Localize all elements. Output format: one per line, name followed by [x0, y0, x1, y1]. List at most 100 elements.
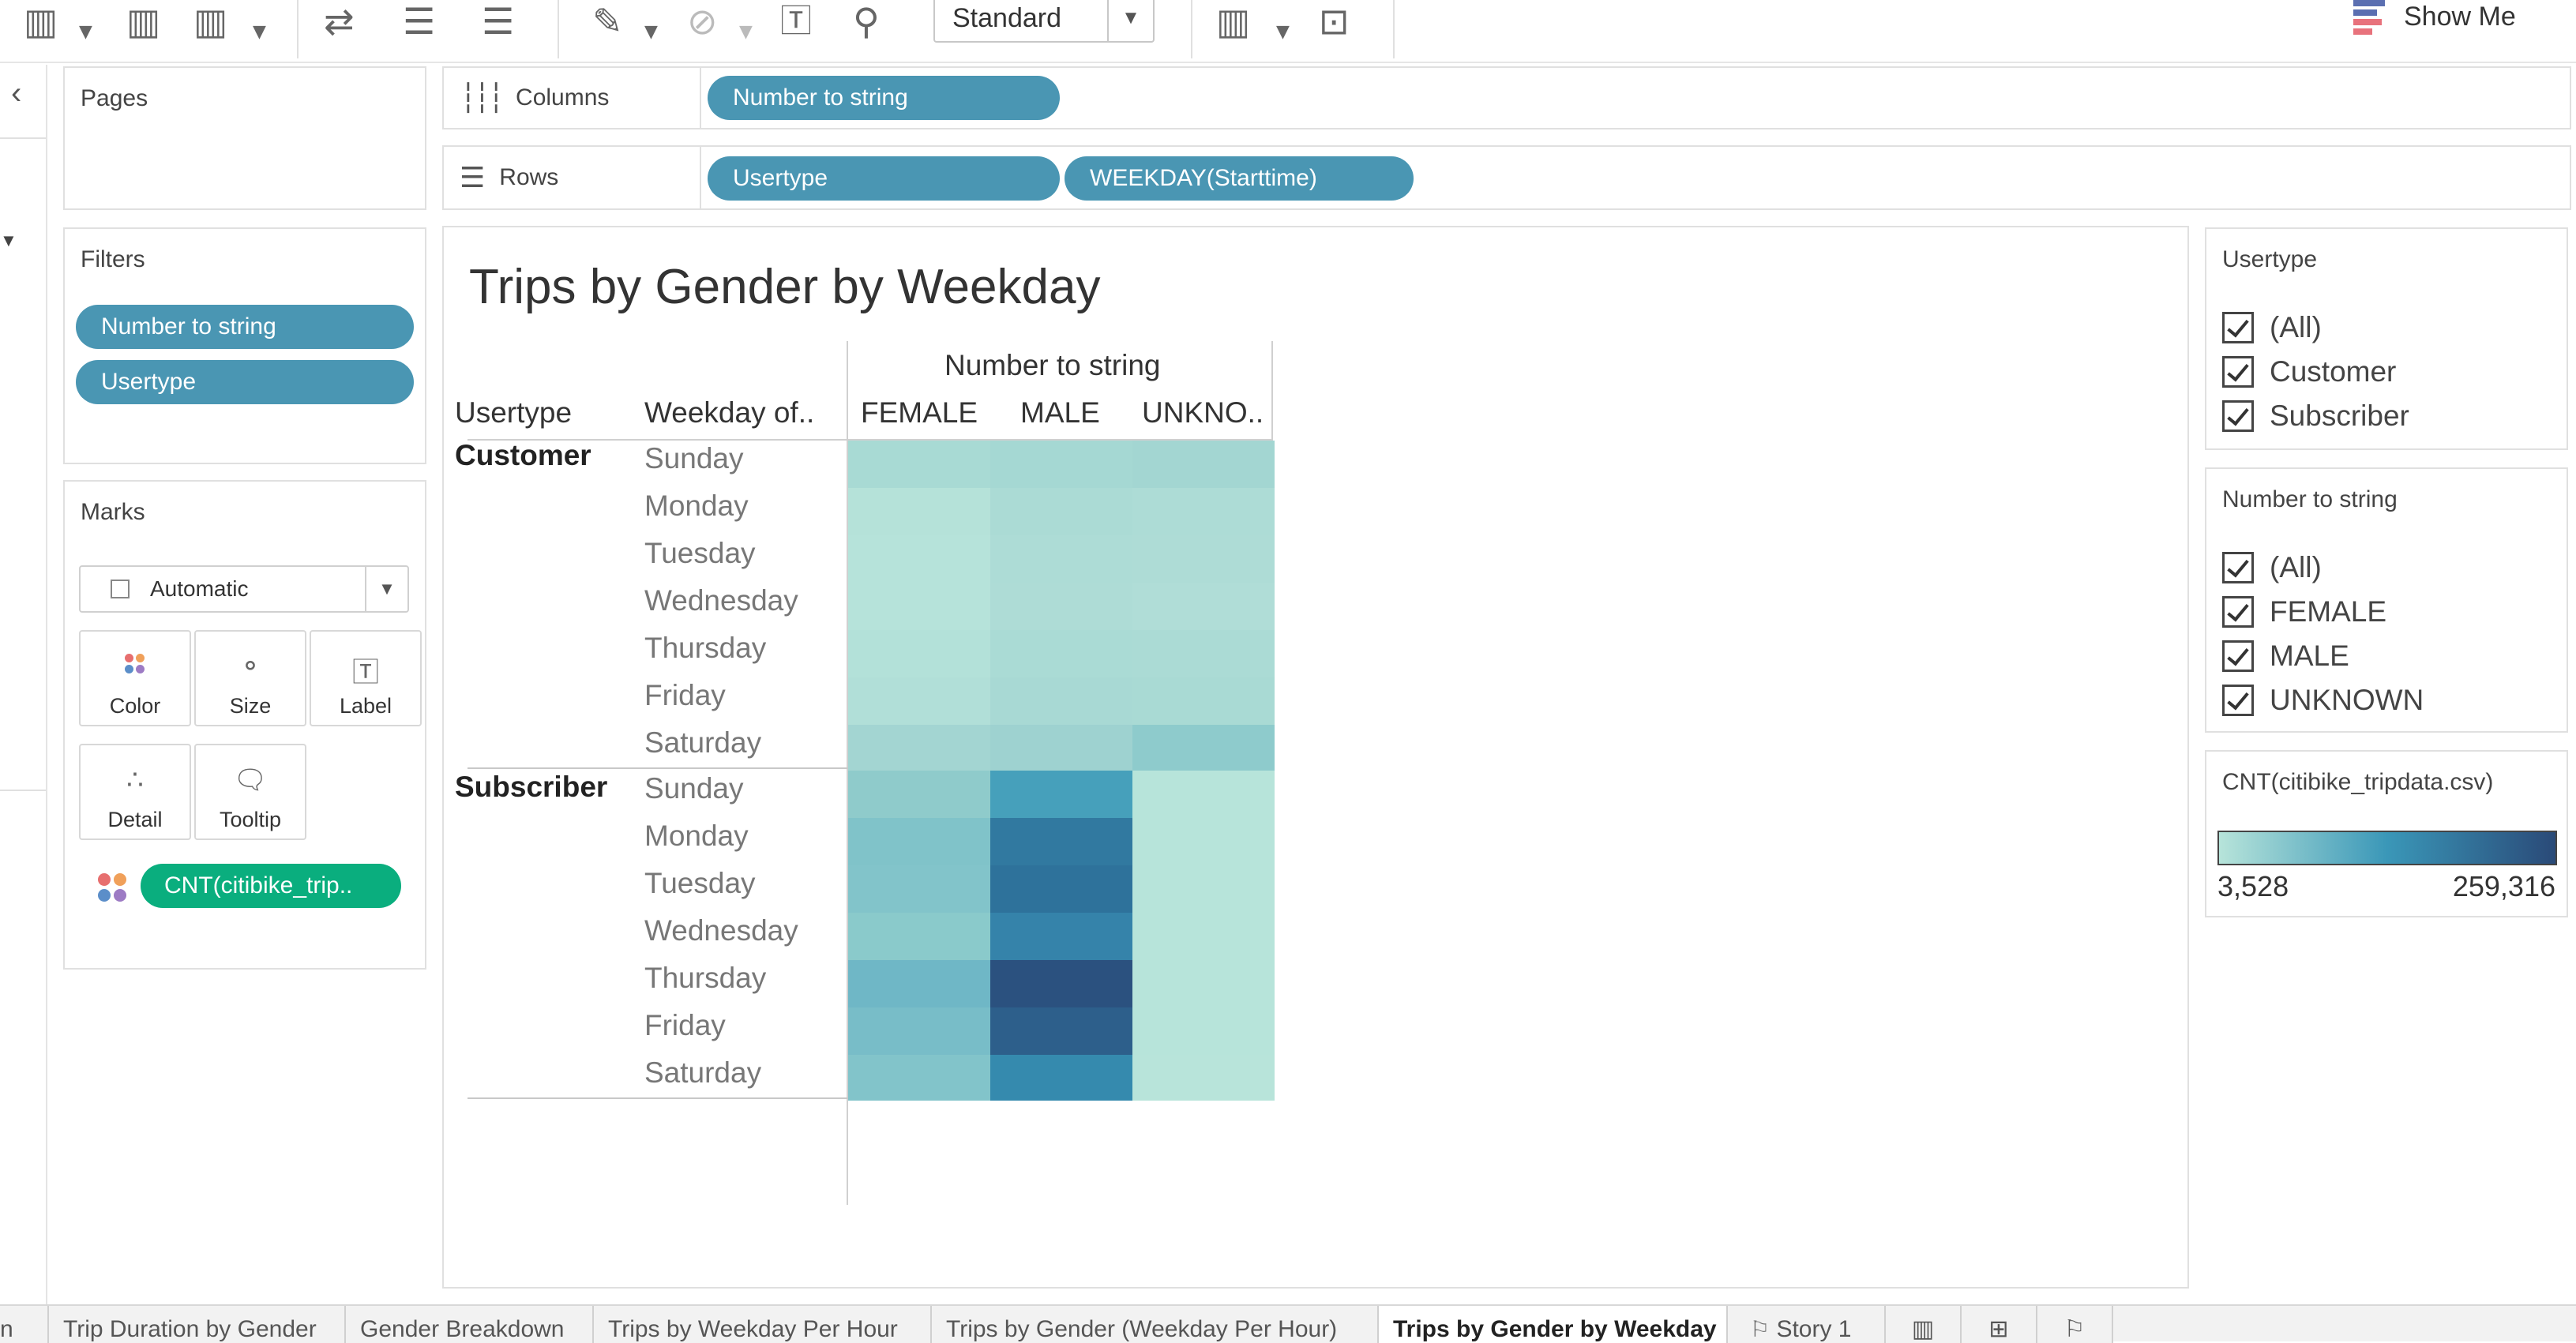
marks-label-button[interactable]: 🅃 Label [310, 630, 422, 726]
heatmap-cell[interactable] [848, 913, 990, 960]
heatmap-cell[interactable] [990, 960, 1132, 1007]
pages-card[interactable]: Pages [63, 66, 426, 210]
rows-pill-weekday[interactable]: WEEKDAY(Starttime) [1065, 156, 1414, 201]
columns-pill-number-to-string[interactable]: Number to string [708, 76, 1060, 120]
measure-pill-cnt[interactable]: CNT(citibike_trip.. [141, 864, 401, 908]
usertype-option-all[interactable]: (All) [2222, 308, 2322, 347]
heatmap-cell[interactable] [1132, 1007, 1275, 1055]
sheet-tab-weekday-per-hour[interactable]: Trips by Weekday Per Hour [594, 1306, 932, 1343]
color-gradient-bar[interactable] [2217, 831, 2557, 865]
heatmap-cell[interactable] [848, 1055, 990, 1101]
heatmap-cell[interactable] [1132, 535, 1275, 583]
heatmap-cell[interactable] [1132, 488, 1275, 535]
heatmap-cell[interactable] [848, 725, 990, 771]
chevron-down-icon[interactable]: ▼ [644, 14, 658, 51]
gender-option-female[interactable]: FEMALE [2222, 592, 2386, 632]
new-worksheet-tab-button[interactable]: ▥ [1886, 1306, 1962, 1343]
new-story-tab-button[interactable]: ⚐ [2037, 1306, 2113, 1343]
heatmap-cell[interactable] [1132, 865, 1275, 913]
checkbox-checked-icon[interactable] [2222, 596, 2254, 628]
heatmap-cell[interactable] [990, 677, 1132, 725]
heatmap-cell[interactable] [990, 630, 1132, 677]
marks-detail-button[interactable]: ∴ Detail [79, 744, 191, 840]
heatmap-cell[interactable] [990, 583, 1132, 630]
pin-icon[interactable]: ⚲ [853, 3, 880, 39]
heatmap-cell[interactable] [848, 818, 990, 865]
checkbox-checked-icon[interactable] [2222, 552, 2254, 583]
heatmap-cell[interactable] [848, 960, 990, 1007]
gender-option-all[interactable]: (All) [2222, 548, 2322, 587]
rows-pill-usertype[interactable]: Usertype [708, 156, 1060, 201]
checkbox-checked-icon[interactable] [2222, 685, 2254, 716]
gender-option-unknown[interactable]: UNKNOWN [2222, 681, 2424, 720]
heatmap-cell[interactable] [990, 441, 1132, 488]
heatmap-cell[interactable] [1132, 725, 1275, 771]
heatmap-cell[interactable] [1132, 1055, 1275, 1101]
heatmap-cell[interactable] [1132, 818, 1275, 865]
chevron-down-icon[interactable]: ▼ [79, 14, 92, 51]
heatmap-cell[interactable] [1132, 630, 1275, 677]
new-dashboard-tab-button[interactable]: ⊞ [1962, 1306, 2037, 1343]
chevron-down-icon[interactable]: ▼ [1107, 0, 1153, 41]
checkbox-checked-icon[interactable] [2222, 400, 2254, 432]
group-members-icon[interactable]: ⊘ [687, 3, 718, 39]
heatmap-cell[interactable] [848, 488, 990, 535]
filter-pill-usertype[interactable]: Usertype [76, 360, 414, 404]
heatmap-cell[interactable] [848, 677, 990, 725]
show-me-button[interactable]: Show Me [2353, 0, 2559, 39]
sheet-tab-story[interactable]: ⚐ Story 1 [1728, 1306, 1886, 1343]
chevron-down-icon[interactable]: ▼ [1276, 14, 1290, 51]
heatmap-cell[interactable] [1132, 677, 1275, 725]
heatmap-cell[interactable] [1132, 960, 1275, 1007]
highlight-pen-icon[interactable]: ✎ [592, 3, 623, 39]
heatmap-cell[interactable] [990, 535, 1132, 583]
heatmap-cell[interactable] [848, 630, 990, 677]
new-worksheet-icon[interactable]: ▥ [24, 3, 58, 39]
collapse-chevron-icon[interactable]: ‹ [11, 76, 21, 111]
sheet-tab-partial[interactable]: n [0, 1306, 49, 1343]
heatmap-cell[interactable] [848, 583, 990, 630]
heatmap-cell[interactable] [990, 913, 1132, 960]
fit-select[interactable]: Standard ▼ [933, 0, 1155, 43]
heatmap-cell[interactable] [990, 725, 1132, 771]
heatmap-cell[interactable] [990, 1055, 1132, 1101]
chevron-down-icon[interactable]: ▼ [253, 14, 266, 51]
filter-pill-number-to-string[interactable]: Number to string [76, 305, 414, 349]
heatmap-cell[interactable] [990, 865, 1132, 913]
caret-down-icon[interactable]: ▼ [0, 231, 17, 251]
sheet-tab-gender-breakdown[interactable]: Gender Breakdown [346, 1306, 594, 1343]
clear-sheet-icon[interactable]: ▥ [193, 3, 227, 39]
heatmap-cell[interactable] [1132, 913, 1275, 960]
usertype-option-customer[interactable]: Customer [2222, 352, 2396, 392]
heatmap-cell[interactable] [990, 1007, 1132, 1055]
heatmap-cell[interactable] [848, 1007, 990, 1055]
sort-descending-icon[interactable]: ☰ [482, 3, 514, 39]
columns-shelf[interactable]: ┆┆┆ Columns Number to string [442, 66, 2571, 129]
heatmap-cell[interactable] [990, 488, 1132, 535]
checkbox-checked-icon[interactable] [2222, 640, 2254, 672]
heatmap-cell[interactable] [848, 771, 990, 818]
swap-rows-columns-icon[interactable]: ⇄ [324, 3, 355, 39]
heatmap-cell[interactable] [990, 771, 1132, 818]
marks-tooltip-button[interactable]: 🗨 Tooltip [194, 744, 306, 840]
marks-color-button[interactable]: Color [79, 630, 191, 726]
presentation-mode-icon[interactable]: ⊡ [1319, 3, 1350, 39]
rows-shelf[interactable]: ☰ Rows Usertype WEEKDAY(Starttime) [442, 145, 2571, 210]
heatmap-cell[interactable] [848, 535, 990, 583]
sheet-tab-gender-weekday-per-hour[interactable]: Trips by Gender (Weekday Per Hour) [932, 1306, 1379, 1343]
checkbox-checked-icon[interactable] [2222, 356, 2254, 388]
marks-size-button[interactable]: ⚬ Size [194, 630, 306, 726]
show-cards-icon[interactable]: ▥ [1216, 3, 1250, 39]
mark-type-select[interactable]: Automatic ▼ [79, 565, 409, 613]
heatmap-cell[interactable] [848, 441, 990, 488]
usertype-option-subscriber[interactable]: Subscriber [2222, 396, 2409, 436]
heatmap-cell[interactable] [990, 818, 1132, 865]
chevron-down-icon[interactable]: ▼ [739, 14, 753, 51]
sheet-tab-trip-duration[interactable]: Trip Duration by Gender [49, 1306, 346, 1343]
chevron-down-icon[interactable]: ▼ [365, 567, 407, 611]
checkbox-checked-icon[interactable] [2222, 312, 2254, 343]
filters-card[interactable]: Filters Number to string Usertype [63, 227, 426, 464]
duplicate-sheet-icon[interactable]: ▥ [126, 3, 160, 39]
sort-ascending-icon[interactable]: ☰ [403, 3, 435, 39]
heatmap-cell[interactable] [1132, 583, 1275, 630]
